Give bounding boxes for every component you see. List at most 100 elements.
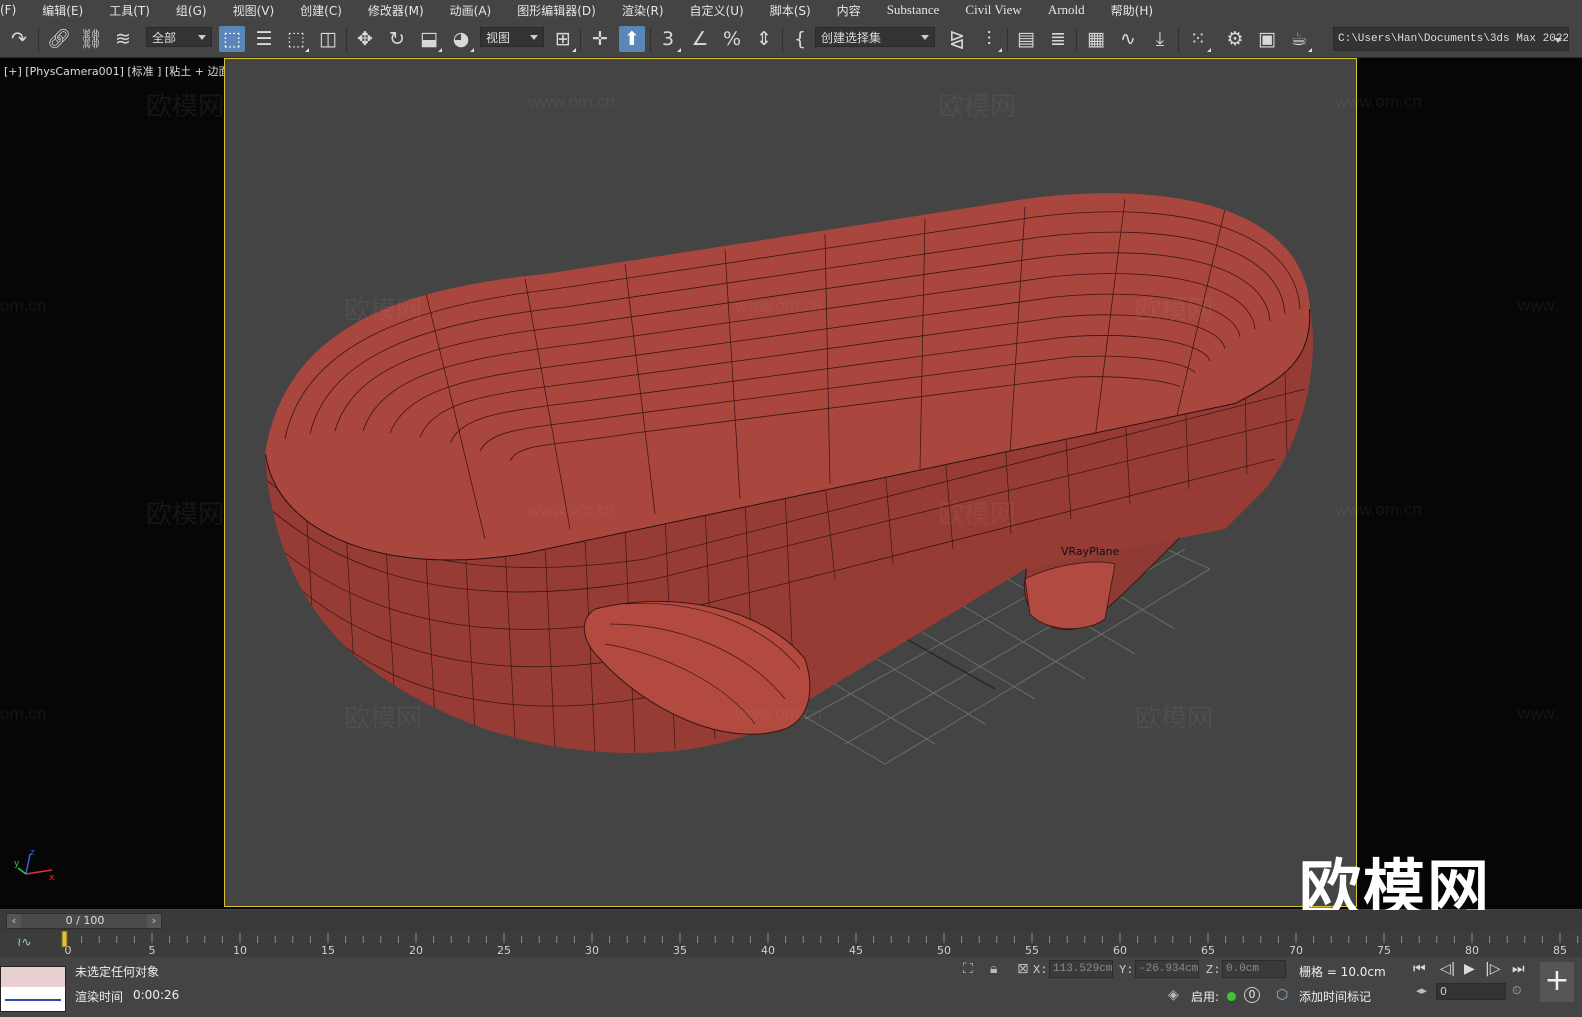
- next-frame-icon[interactable]: ›: [147, 914, 161, 928]
- edit-named-selection-icon[interactable]: {: [787, 26, 813, 52]
- angle-snap-icon[interactable]: ∠: [687, 26, 713, 52]
- link-icon[interactable]: 🔗︎: [46, 26, 72, 52]
- watermark-url: www.om.cn: [735, 704, 822, 723]
- menu-group[interactable]: 组(G): [163, 2, 220, 19]
- rendered-frame-window-icon[interactable]: ▣: [1254, 26, 1280, 52]
- percent-snap-icon[interactable]: %: [719, 26, 745, 52]
- selection-lock-icon[interactable]: 🔒︎: [990, 961, 997, 977]
- spinner-snap-icon[interactable]: ⇕: [751, 26, 777, 52]
- key-mode-icon[interactable]: ◂▸: [1416, 984, 1427, 997]
- pivot-center-icon[interactable]: ⊞: [550, 26, 576, 52]
- menu-views[interactable]: 视图(V): [220, 2, 288, 19]
- menu-animation[interactable]: 动画(A): [437, 2, 505, 19]
- previous-key-icon[interactable]: ◁|: [1440, 961, 1455, 977]
- go-to-start-icon[interactable]: ⏮︎: [1413, 961, 1426, 977]
- select-manipulate-icon[interactable]: ✛: [587, 26, 613, 52]
- selection-filter-dropdown[interactable]: 全部: [146, 27, 212, 47]
- rotate-icon[interactable]: ↻: [384, 26, 410, 52]
- place-icon[interactable]: ◕: [448, 26, 474, 52]
- z-coordinate-field[interactable]: 0.0cm: [1222, 960, 1286, 978]
- camera-safe-frame[interactable]: VRayPlane: [224, 58, 1357, 907]
- menu-tools[interactable]: 工具(T): [96, 2, 163, 19]
- previous-frame-icon[interactable]: ‹: [7, 914, 21, 928]
- reference-coordinate-dropdown[interactable]: 视图: [480, 27, 544, 47]
- add-panel-icon[interactable]: +: [1540, 962, 1574, 1002]
- current-frame-marker[interactable]: [61, 931, 68, 948]
- redo-icon[interactable]: ↷: [6, 26, 32, 52]
- curve-editor-icon[interactable]: ∿: [1115, 26, 1141, 52]
- ribbon-toggle-icon[interactable]: ▦: [1083, 26, 1109, 52]
- menu-arnold[interactable]: Arnold: [1035, 2, 1098, 18]
- menu-substance[interactable]: Substance: [874, 2, 953, 18]
- trackbar-tick-label: 10: [233, 944, 247, 957]
- trackbar-tick-label: 30: [585, 944, 599, 957]
- render-production-icon[interactable]: ☕: [1286, 26, 1312, 52]
- render-time-value: 0:00:26: [133, 988, 180, 1002]
- material-editor-icon[interactable]: ⁙: [1185, 26, 1211, 52]
- menu-content[interactable]: 内容: [824, 2, 874, 19]
- next-key-icon[interactable]: |▷: [1485, 961, 1500, 977]
- y-coordinate-field[interactable]: -26.934cm: [1135, 960, 1199, 978]
- align-icon[interactable]: ⫶: [976, 26, 1002, 52]
- axis-tripod-icon: x y z: [14, 848, 55, 883]
- render-setup-icon[interactable]: ⚙: [1222, 26, 1248, 52]
- layer-explorer-icon[interactable]: ≣: [1045, 26, 1071, 52]
- maxscript-listener[interactable]: [0, 966, 66, 1012]
- isolate-selection-icon[interactable]: ⛶: [963, 961, 973, 977]
- menu-bar: (F) 编辑(E) 工具(T) 组(G) 视图(V) 创建(C) 修改器(M) …: [0, 0, 1582, 20]
- trackbar-tick-label: 40: [761, 944, 775, 957]
- trackbar[interactable]: ≀∿ 0 5 10 15 20 25 30 35 40 45 50 55 60 65 70 75 80 85: [0, 931, 1582, 957]
- snaps-toggle-icon[interactable]: 3: [655, 26, 681, 52]
- menu-civil-view[interactable]: Civil View: [952, 2, 1034, 18]
- select-object-icon[interactable]: ⬚: [219, 26, 245, 52]
- trackbar-ruler: 0 5 10 15 20 25 30 35 40 45 50 55 60 65 70 75 80 85: [61, 931, 1579, 957]
- time-configuration-icon[interactable]: ⏲︎: [1512, 983, 1521, 998]
- move-icon[interactable]: ✥: [352, 26, 378, 52]
- watermark-text: 欧模网: [938, 92, 1017, 122]
- select-by-name-icon[interactable]: ☰: [251, 26, 277, 52]
- time-slider-track[interactable]: ‹ 0 / 100 ›: [6, 913, 162, 929]
- scene-explorer-icon[interactable]: ▤: [1013, 26, 1039, 52]
- watermark-text: 欧模网: [938, 500, 1017, 530]
- trackbar-tick-label: 70: [1289, 944, 1303, 957]
- menu-customize[interactable]: 自定义(U): [677, 2, 757, 19]
- go-to-end-icon[interactable]: ⏭︎: [1512, 961, 1525, 977]
- viewport-area[interactable]: [+] [PhysCamera001] [标准 ] [粘土 + 边面 ] VRa…: [0, 58, 1582, 925]
- trackbar-tick-label: 80: [1465, 944, 1479, 957]
- window-crossing-icon[interactable]: ◫: [315, 26, 341, 52]
- watermark-url: www.om.cn: [1335, 92, 1422, 111]
- viewport-label[interactable]: [+] [PhysCamera001] [标准 ] [粘土 + 边面 ]: [4, 63, 237, 79]
- adaptive-degradation-icon[interactable]: ◈: [1168, 987, 1179, 1003]
- menu-modifiers[interactable]: 修改器(M): [355, 2, 437, 19]
- maxscript-input[interactable]: [1, 967, 65, 987]
- watermark-url: www.: [1518, 296, 1559, 315]
- time-slider[interactable]: ‹ 0 / 100 ›: [0, 910, 1582, 931]
- time-tag-icon[interactable]: ⬡: [1276, 987, 1288, 1003]
- scale-icon[interactable]: ⬓: [416, 26, 442, 52]
- keyboard-shortcut-override-icon[interactable]: ⬆: [619, 26, 645, 52]
- enable-counter[interactable]: 0: [1244, 987, 1260, 1003]
- menu-edit[interactable]: 编辑(E): [29, 2, 96, 19]
- add-time-tag-button[interactable]: 添加时间标记: [1299, 988, 1371, 1005]
- named-selection-set-value: 创建选择集: [821, 31, 882, 45]
- rectangular-selection-icon[interactable]: ⬚: [283, 26, 309, 52]
- toolbar-separator: [580, 28, 581, 52]
- watermark-text: 欧模网: [146, 500, 225, 530]
- schematic-view-icon[interactable]: ⤓: [1147, 26, 1173, 52]
- x-coordinate-field[interactable]: 113.529cm: [1049, 960, 1113, 978]
- project-folder-field[interactable]: C:\Users\Han\Documents\3ds Max 2022: [1333, 27, 1569, 51]
- unlink-icon[interactable]: ⛓︎: [78, 26, 104, 52]
- current-frame-field[interactable]: 0: [1436, 983, 1506, 1000]
- mirror-icon[interactable]: ⧎: [944, 26, 970, 52]
- play-icon[interactable]: ▶: [1464, 961, 1475, 977]
- named-selection-set-dropdown[interactable]: 创建选择集: [815, 27, 935, 47]
- bind-space-warp-icon[interactable]: ≋: [110, 26, 136, 52]
- menu-rendering[interactable]: 渲染(R): [609, 2, 677, 19]
- menu-create[interactable]: 创建(C): [287, 2, 355, 19]
- menu-scripting[interactable]: 脚本(S): [757, 2, 824, 19]
- absolute-relative-mode-icon[interactable]: ⊠: [1017, 961, 1029, 977]
- menu-file[interactable]: (F): [0, 3, 29, 17]
- grid-size-status: 栅格 = 10.0cm: [1299, 965, 1386, 979]
- menu-graph-editors[interactable]: 图形编辑器(D): [504, 2, 609, 19]
- menu-help[interactable]: 帮助(H): [1098, 2, 1166, 19]
